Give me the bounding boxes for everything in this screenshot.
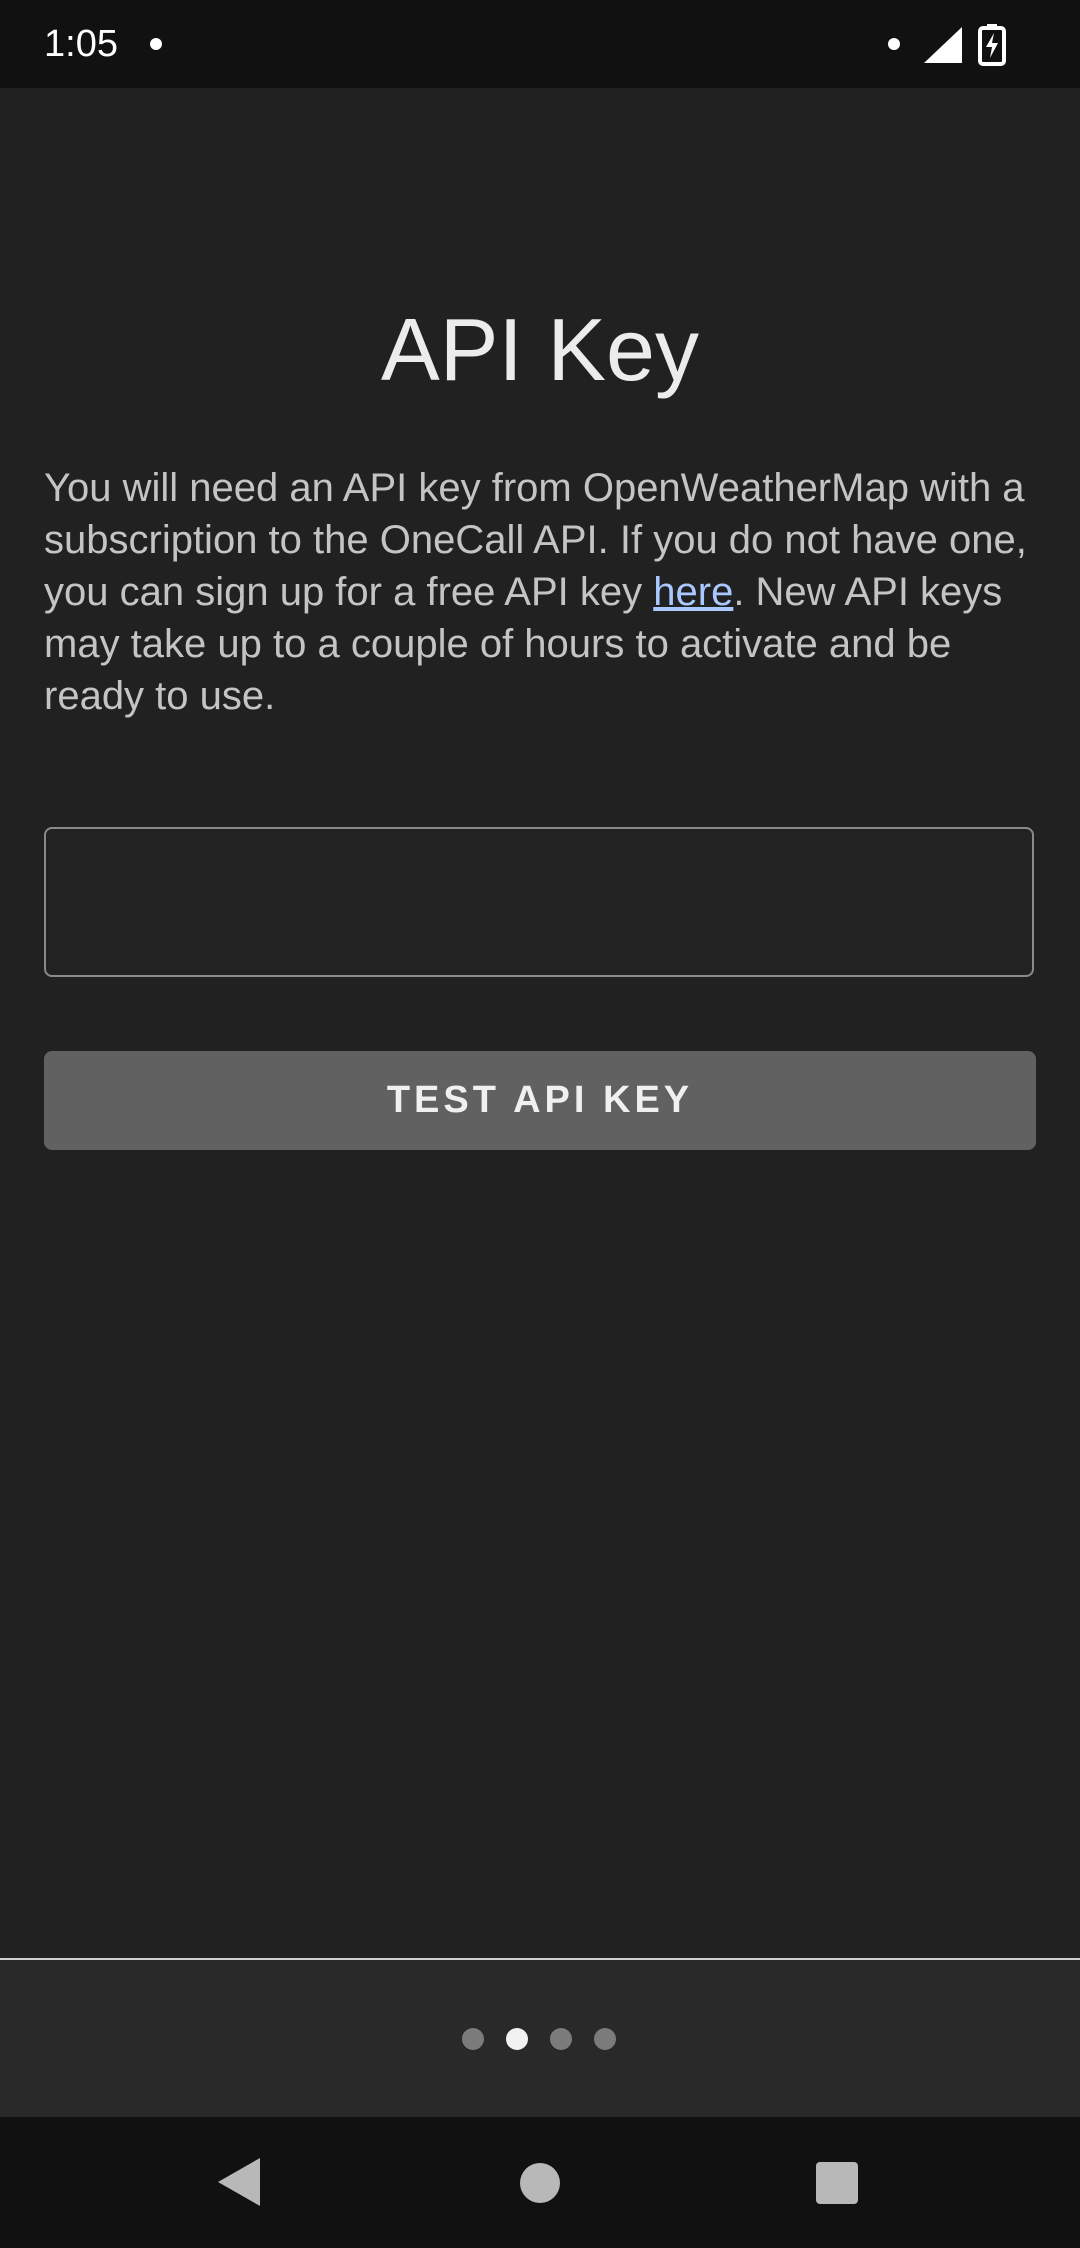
notification-dot-icon [150,38,162,50]
page-title: API Key [381,300,699,399]
signup-link[interactable]: here [653,570,733,614]
battery-charging-icon [978,24,1006,66]
status-time: 1:05 [44,23,118,65]
page-dot [462,2028,484,2050]
home-icon[interactable] [520,2163,560,2203]
page-dot [594,2028,616,2050]
api-key-description: You will need an API key from OpenWeathe… [44,462,1044,722]
back-icon[interactable] [218,2158,260,2206]
page-dot-active [506,2028,528,2050]
cell-signal-icon [924,27,962,63]
page-dot [550,2028,572,2050]
recents-icon[interactable] [816,2162,858,2204]
page-indicator [462,2028,616,2050]
status-bar: 1:05 [0,0,1080,88]
test-api-key-button[interactable]: TEST API KEY [44,1051,1036,1150]
api-key-input[interactable] [44,827,1034,977]
notification-dot-icon [888,38,900,50]
